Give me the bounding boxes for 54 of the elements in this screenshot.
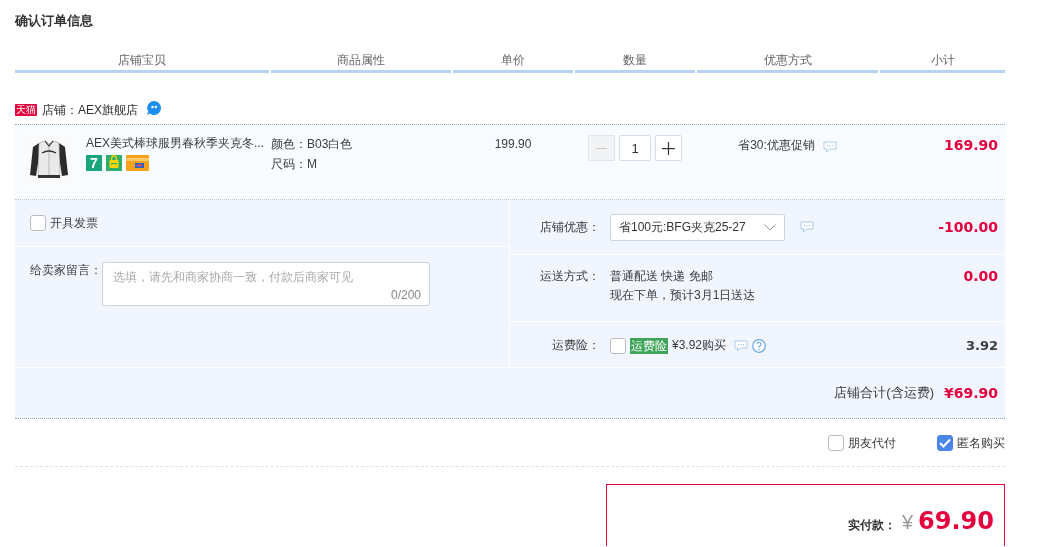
service-badge: 7 — [86, 155, 102, 171]
coupon-select[interactable]: 省100元:BFG夹克25-27 — [610, 213, 785, 241]
store-badge: 天猫 — [15, 104, 37, 116]
column-header: 单价 — [453, 50, 573, 73]
character-counter: 0/200 — [390, 288, 421, 302]
shipping-info: 现在下单，预计3月1日送达 — [610, 287, 757, 304]
currency-symbol: ¥ — [901, 511, 914, 534]
increase-button[interactable] — [655, 135, 682, 161]
lock-icon — [106, 155, 122, 171]
payment-amount: 69.90 — [918, 507, 994, 535]
shop-name[interactable]: 店铺：AEX旗舰店 — [42, 102, 138, 118]
check-icon — [939, 437, 951, 448]
section-title: 确认订单信息 — [15, 12, 94, 29]
comment-icon[interactable] — [822, 141, 837, 153]
chat-bubble-icon[interactable] — [146, 100, 162, 116]
invoice-label[interactable]: 开具发票 — [50, 214, 98, 232]
quantity-field[interactable]: 1 — [619, 135, 651, 161]
insurance-label: 运费险： — [551, 337, 600, 354]
shipping-info: 普通配送 快递 免邮 — [610, 268, 714, 285]
product-attribute: 尺码：M — [271, 156, 318, 173]
insurance-checkbox[interactable] — [610, 337, 626, 354]
product-attribute: 颜色：B03白色 — [271, 136, 354, 153]
card-icon — [126, 155, 149, 171]
minus-icon — [596, 147, 607, 149]
insurance-price: ¥3.92购买 — [672, 337, 727, 354]
shipping-amount: 0.00 — [963, 267, 999, 286]
column-header: 优惠方式 — [697, 50, 878, 73]
column-header: 商品属性 — [271, 50, 451, 73]
plus-icon — [662, 141, 675, 155]
chevron-down-icon — [764, 223, 776, 231]
unit-price: 199.90 — [494, 137, 532, 151]
shipping-label: 运送方式： — [539, 268, 600, 285]
discount-label: 店铺优惠： — [539, 218, 600, 236]
invoice-checkbox[interactable] — [30, 215, 46, 231]
option-label[interactable]: 朋友代付 — [848, 434, 896, 451]
message-label: 给卖家留言： — [30, 262, 102, 278]
shop-total-label: 店铺合计(含运费) — [834, 384, 934, 402]
product-title[interactable]: AEX美式棒球服男春秋季夹克冬... — [86, 135, 264, 151]
column-header: 数量 — [575, 50, 695, 73]
column-header: 小计 — [880, 50, 1005, 73]
promotion-text: 省30:优惠促销 — [738, 137, 815, 153]
payment-label: 实付款： — [847, 517, 896, 534]
option-label[interactable]: 匿名购买 — [957, 434, 1005, 451]
option-checkbox[interactable] — [828, 434, 844, 451]
insurance-tag: 运费险 — [630, 337, 668, 354]
column-header: 店铺宝贝 — [15, 50, 269, 73]
option-checkbox[interactable] — [937, 434, 953, 451]
shop-total-amount: ¥69.90 — [943, 385, 998, 401]
insurance-amount: 3.92 — [965, 337, 999, 355]
comment-icon[interactable] — [734, 339, 749, 352]
discount-amount: -100.00 — [938, 217, 999, 237]
subtotal-amount: 169.90 — [943, 137, 998, 153]
comment-icon[interactable] — [800, 221, 814, 233]
help-icon[interactable] — [752, 338, 767, 353]
